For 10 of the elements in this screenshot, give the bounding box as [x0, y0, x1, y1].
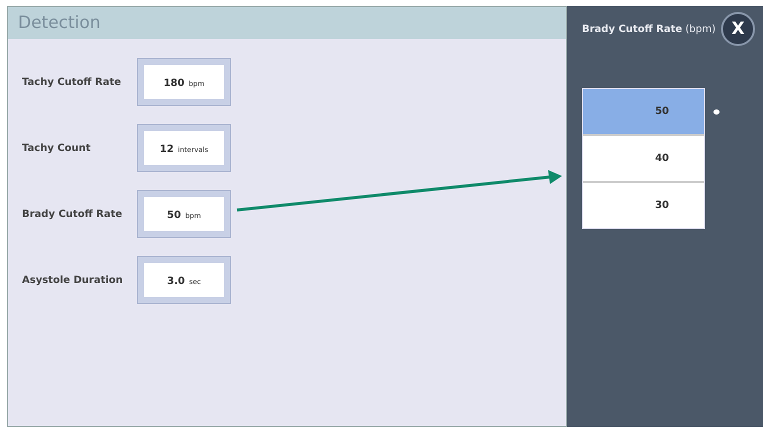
setting-label: Brady Cutoff Rate [22, 208, 124, 220]
option-item[interactable]: 40 [583, 136, 704, 183]
option-item[interactable]: 50 [583, 89, 704, 136]
setting-label: Tachy Count [22, 142, 92, 154]
panel-title: Detection [18, 13, 101, 33]
setting-label: Asystole Duration [22, 274, 124, 286]
setting-label: Tachy Cutoff Rate [22, 76, 122, 88]
close-button[interactable]: X [721, 12, 755, 46]
option-item[interactable]: 30 [583, 183, 704, 228]
picker-title: Brady Cutoff Rate (bpm) [582, 24, 716, 34]
